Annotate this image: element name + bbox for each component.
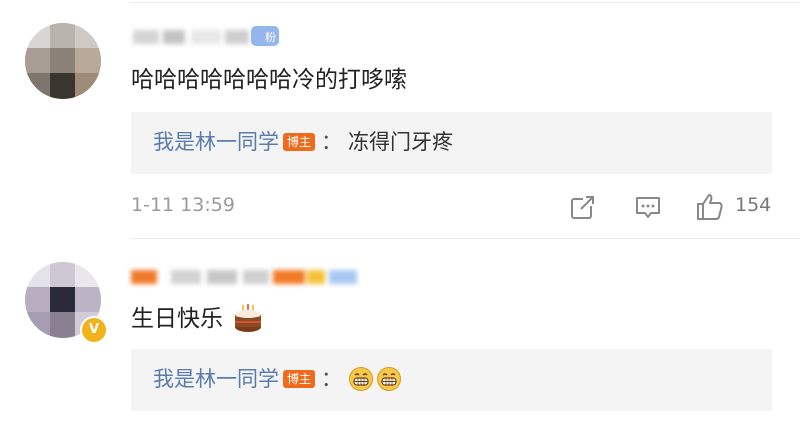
comment-text: 生日快乐 <box>131 303 264 335</box>
birthday-cake-emoji <box>235 303 262 332</box>
reply-line: 我是林一同学 博主 ： 冻得门牙疼 <box>153 126 453 158</box>
reply-colon: ： <box>321 130 343 154</box>
comment-text-content: 生日快乐 <box>131 306 223 332</box>
reply-line: 我是林一同学 博主 ： <box>153 363 402 395</box>
like-icon[interactable] <box>695 192 725 222</box>
reply-colon: ： <box>321 367 343 391</box>
verified-badge: V <box>80 316 108 344</box>
reply-box[interactable]: 我是林一同学 博主 ： 冻得门牙疼 <box>131 112 772 174</box>
commenter-name-redacted[interactable] <box>131 266 357 288</box>
like-count: 154 <box>735 194 772 216</box>
reply-author-link[interactable]: 我是林一同学 <box>153 126 279 158</box>
comment-text: 哈哈哈哈哈哈哈冷的打哆嗦 <box>131 67 407 93</box>
commenter-avatar[interactable] <box>25 23 101 99</box>
share-icon[interactable] <box>568 192 598 222</box>
grin-emoji <box>377 367 402 391</box>
comment-timestamp: 1-11 13:59 <box>131 194 235 216</box>
comment-divider <box>130 238 800 239</box>
comment-icon[interactable] <box>633 192 663 222</box>
host-tag: 博主 <box>283 133 316 151</box>
fan-badge-label: 粉 <box>265 31 276 44</box>
commenter-name-redacted[interactable] <box>133 26 249 48</box>
grin-emoji <box>349 367 374 391</box>
reply-box[interactable]: 我是林一同学 博主 ： <box>131 349 772 411</box>
reply-text: 冻得门牙疼 <box>348 130 454 154</box>
host-tag: 博主 <box>283 370 316 388</box>
top-divider <box>130 2 800 3</box>
fan-badge: 粉 <box>251 26 279 46</box>
reply-author-link[interactable]: 我是林一同学 <box>153 363 279 395</box>
